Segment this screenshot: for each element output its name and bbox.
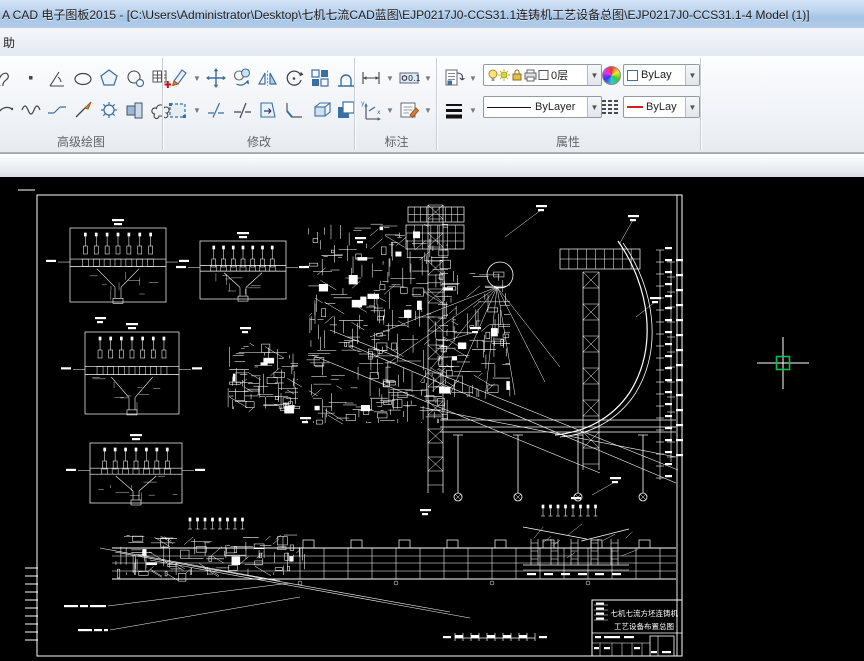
explode-icon[interactable] (308, 97, 332, 123)
lineweight-icon[interactable] (442, 97, 466, 123)
textedit-icon[interactable] (397, 97, 421, 123)
dim-color-sample (627, 106, 643, 108)
arc-icon[interactable] (0, 97, 17, 123)
group-separator (354, 58, 355, 150)
group-label-modify: 修改 (164, 133, 354, 150)
drawing-canvas[interactable]: 七机七流方坯连铸机工艺设备布置总图 (0, 177, 864, 661)
group-label-advanced-draw: 高级绘图 (0, 133, 162, 150)
tangentcircle-icon[interactable] (123, 65, 147, 91)
group-label-dimension: 标注 (357, 133, 436, 150)
svg-text:0.1: 0.1 (408, 74, 420, 83)
color-swatch (627, 70, 638, 81)
dimlinear-icon[interactable] (359, 65, 383, 91)
drawing-sheet: 七机七流方坯连铸机工艺设备布置总图 (18, 190, 809, 656)
color-wheel-icon[interactable] (602, 66, 621, 85)
title-bar: A CAD 电子图板2015 - [C:\Users\Administrator… (0, 0, 864, 29)
copy-icon[interactable] (230, 65, 254, 91)
dim-color-value: ByLay (646, 101, 685, 113)
extend-icon[interactable] (256, 97, 280, 123)
dimcoord-icon[interactable]: yx (359, 97, 383, 123)
ribbon-group-advanced-draw: 高级绘图 (0, 56, 162, 152)
pointer-icon[interactable] (71, 97, 95, 123)
dim-color-combo-dropdown[interactable]: ▼ (685, 97, 699, 117)
angle-icon[interactable] (45, 65, 69, 91)
color-combo-dropdown[interactable]: ▼ (685, 65, 699, 85)
point-icon[interactable] (19, 65, 43, 91)
crosshair-cursor (757, 337, 809, 389)
menu-item-help[interactable]: 助 (0, 34, 18, 51)
break-icon[interactable] (204, 97, 228, 123)
layerset-dropdown[interactable]: ▼ (468, 74, 478, 83)
color-combo[interactable]: ByLay ▼ (623, 64, 700, 86)
stretch-icon[interactable] (166, 97, 190, 123)
linetype-value: ByLayer (535, 101, 587, 113)
erase-icon[interactable] (166, 65, 190, 91)
cylinder-icon[interactable] (123, 97, 147, 123)
linetype-sample (487, 107, 531, 108)
current-layer-label: 0层 (551, 67, 587, 83)
group-label-properties: 属性 (436, 133, 700, 150)
window-title: A CAD 电子图板2015 - [C:\Users\Administrator… (2, 6, 810, 23)
color-value: ByLay (641, 69, 685, 81)
polygon-icon[interactable] (97, 65, 121, 91)
breaksym-icon[interactable] (45, 97, 69, 123)
move-icon[interactable] (204, 65, 228, 91)
ribbon-lower-band (0, 153, 864, 178)
svg-text:x: x (377, 109, 381, 116)
dimtol-dropdown[interactable]: ▼ (423, 74, 433, 83)
dimlinear-dropdown[interactable]: ▼ (385, 74, 395, 83)
array-icon[interactable] (308, 65, 332, 91)
ribbon-group-properties: ▼ ▼ 0层 ▼ ByLay ▼ ByL (436, 56, 700, 152)
group-separator (162, 58, 163, 150)
group-separator (700, 58, 701, 150)
menu-bar: 助 (0, 28, 864, 57)
rotate-icon[interactable] (282, 65, 306, 91)
svg-text:y: y (361, 100, 365, 107)
ribbon-group-modify: ▼ ▼ 修改 (164, 56, 354, 152)
dimtol-icon[interactable]: 0.1 (397, 65, 421, 91)
ribbon: 高级绘图 ▼ ▼ 修改 ▼0.1▼ yx▼▼ 标注 ▼ ▼ (0, 56, 864, 153)
dimcoord-dropdown[interactable]: ▼ (385, 106, 395, 115)
gear-icon[interactable] (97, 97, 121, 123)
erase-dropdown[interactable]: ▼ (192, 74, 202, 83)
lineweight-dropdown[interactable]: ▼ (468, 106, 478, 115)
layer-state-icons (487, 67, 551, 83)
linetype-scale-icon[interactable] (600, 97, 620, 115)
mirror-icon[interactable] (256, 65, 280, 91)
textedit-dropdown[interactable]: ▼ (423, 106, 433, 115)
title-block-line1: 七机七流方坯连铸机 (611, 608, 679, 618)
chamfer-icon[interactable] (282, 97, 306, 123)
trim-icon[interactable] (230, 97, 254, 123)
layer-combo-dropdown[interactable]: ▼ (587, 65, 601, 85)
wave-icon[interactable] (19, 97, 43, 123)
spline-icon[interactable] (0, 65, 17, 91)
stretch-dropdown[interactable]: ▼ (192, 106, 202, 115)
dim-color-combo[interactable]: ByLay ▼ (623, 96, 700, 118)
ribbon-group-dimension: ▼0.1▼ yx▼▼ 标注 (357, 56, 436, 152)
linetype-combo[interactable]: ByLayer ▼ (483, 96, 602, 118)
cad-drawing: 七机七流方坯连铸机工艺设备布置总图 (0, 177, 864, 661)
layerset-icon[interactable] (442, 65, 466, 91)
layer-combo[interactable]: 0层 ▼ (483, 64, 602, 86)
linetype-combo-dropdown[interactable]: ▼ (587, 97, 601, 117)
title-block-line2: 工艺设备布置总图 (614, 621, 674, 631)
ellipse-icon[interactable] (71, 65, 95, 91)
